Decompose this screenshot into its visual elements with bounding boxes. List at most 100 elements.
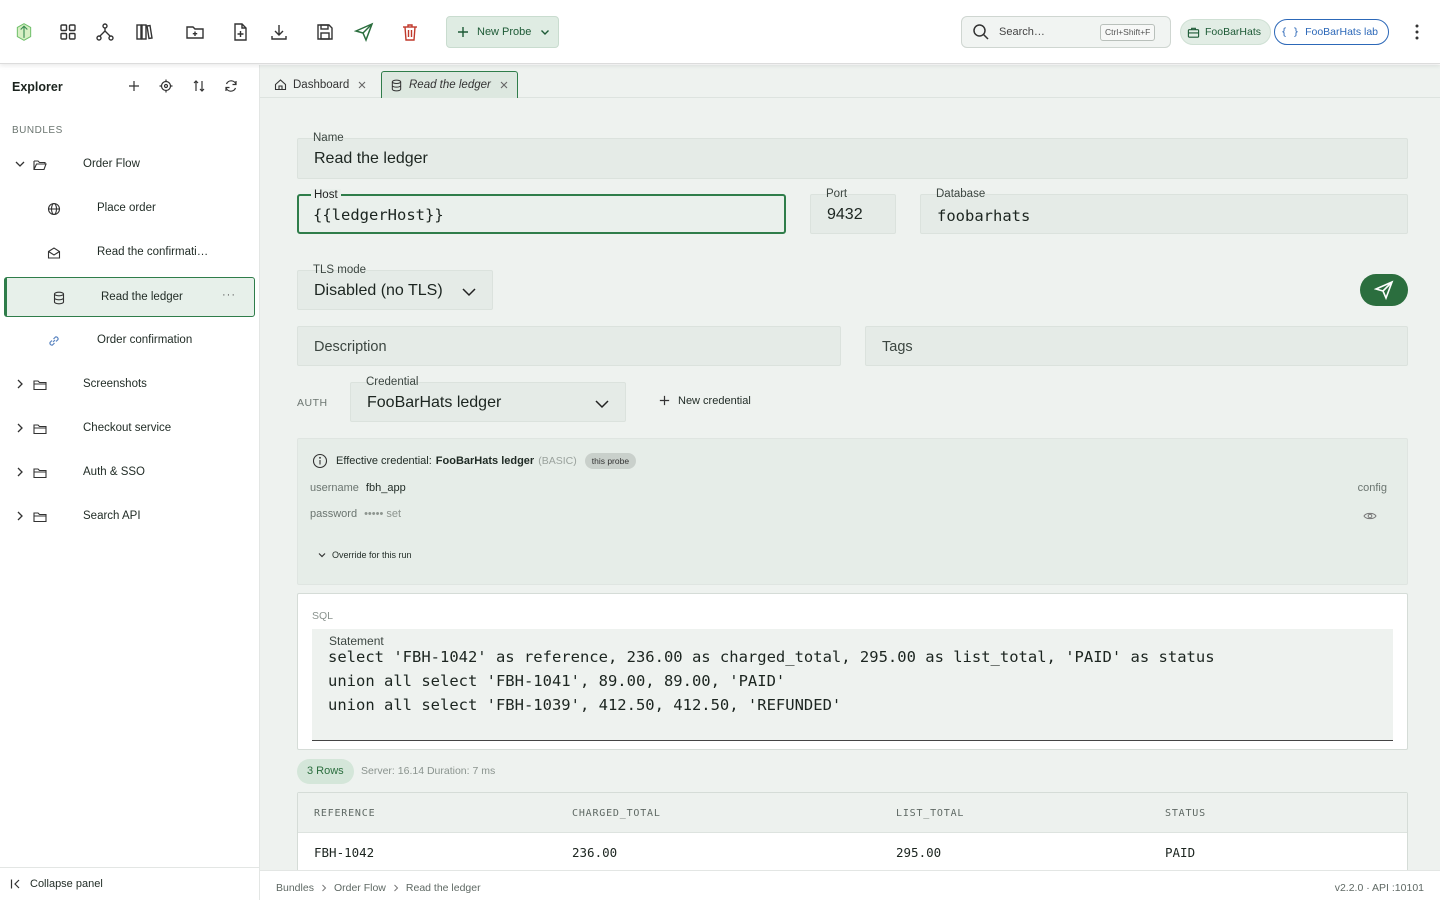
row-count-badge: 3 Rows <box>297 759 354 784</box>
tls-mode-select[interactable]: TLS mode Disabled (no TLS) <box>297 264 493 310</box>
environment-chip[interactable]: { } FooBarHats lab <box>1274 19 1390 45</box>
tree-item-read-ledger[interactable]: Read the ledger ··· <box>4 277 255 317</box>
chevron-right-icon <box>17 511 23 521</box>
item-more-icon[interactable]: ··· <box>222 289 236 301</box>
plus-icon <box>659 395 670 406</box>
sql-panel: SQL Statement select 'FBH-1042' as refer… <box>297 593 1408 750</box>
tree-folder-checkout-service[interactable]: Checkout service <box>4 409 255 449</box>
close-icon[interactable] <box>499 80 509 90</box>
host-label: Host <box>311 189 341 201</box>
search-box[interactable]: Ctrl+Shift+F <box>961 16 1171 48</box>
refresh-icon[interactable] <box>224 79 240 95</box>
save-icon[interactable] <box>313 20 337 44</box>
send-icon <box>1374 280 1394 300</box>
chevron-right-icon <box>394 884 399 892</box>
chevron-right-icon <box>322 884 327 892</box>
new-probe-button[interactable]: New Probe <box>446 16 559 48</box>
tree-label: Screenshots <box>83 378 147 390</box>
folder-icon <box>33 424 47 435</box>
tree-label: Place order <box>97 202 156 214</box>
locate-icon[interactable] <box>159 79 175 95</box>
folder-icon <box>33 512 47 523</box>
tree-folder-screenshots[interactable]: Screenshots <box>4 365 255 405</box>
override-toggle[interactable]: Override for this run <box>317 550 412 560</box>
new-credential-button[interactable]: New credential <box>658 394 751 407</box>
more-menu-icon[interactable] <box>1408 22 1426 42</box>
tree-item-order-confirmation[interactable]: Order confirmation <box>4 321 255 361</box>
effective-credential-type: (BASIC) <box>538 455 577 467</box>
username-value: fbh_app <box>365 482 406 494</box>
new-file-icon[interactable] <box>228 20 252 44</box>
workspace-name: FooBarHats <box>1205 26 1262 38</box>
folder-icon <box>33 380 47 391</box>
link-icon <box>49 336 59 346</box>
override-label: Override for this run <box>332 550 412 560</box>
app-logo-icon[interactable] <box>12 20 36 44</box>
sql-line: union all select 'FBH-1041', 89.00, 89.0… <box>328 672 786 690</box>
password-row: password ••••• set <box>310 508 401 520</box>
credential-value: FooBarHats ledger <box>367 394 502 411</box>
chevron-down-icon <box>15 161 25 167</box>
tree-label: Order confirmation <box>97 334 193 346</box>
tree-label: Auth & SSO <box>83 466 146 478</box>
tree-item-place-order[interactable]: Place order <box>4 189 255 229</box>
database-value: foobarhats <box>937 207 1031 225</box>
tree-label: Search API <box>83 510 141 522</box>
port-field[interactable]: Port 9432 <box>810 188 896 234</box>
breadcrumb-item[interactable]: Bundles <box>276 882 314 894</box>
search-input[interactable] <box>999 26 1094 38</box>
name-field[interactable]: Name Read the ledger <box>297 132 1408 179</box>
workspace-chip[interactable]: FooBarHats <box>1180 19 1272 45</box>
credential-select[interactable]: Credential FooBarHats ledger <box>350 376 626 422</box>
explorer-sidebar: Explorer BUNDLES Order Flow Place order … <box>0 65 260 900</box>
collapse-panel-button[interactable]: Collapse panel <box>0 867 260 900</box>
eye-icon[interactable] <box>1363 509 1377 523</box>
tab-label: Read the ledger <box>409 79 491 91</box>
tree-item-read-confirmation[interactable]: Read the confirmati… <box>4 233 255 273</box>
host-value: {{ledgerHost}} <box>313 206 444 224</box>
statement-label: Statement <box>329 634 384 648</box>
run-probe-button[interactable] <box>1360 274 1408 306</box>
results-table: REFERENCE CHARGED_TOTAL LIST_TOTAL STATU… <box>297 792 1408 870</box>
close-icon[interactable] <box>357 80 367 90</box>
library-icon[interactable] <box>132 20 156 44</box>
breadcrumb-item: Read the ledger <box>405 882 481 894</box>
query-meta: Server: 16.14 Duration: 7 ms <box>361 765 496 777</box>
username-row: username fbh_app <box>310 482 406 494</box>
branch-icon[interactable] <box>93 20 117 44</box>
sql-statement-editor[interactable]: Statement select 'FBH-1042' as reference… <box>312 629 1393 741</box>
status-bar: Bundles Order Flow Read the ledger v2.2.… <box>260 870 1440 900</box>
column-header[interactable]: STATUS <box>1165 808 1206 819</box>
new-folder-icon[interactable] <box>183 20 207 44</box>
description-field[interactable]: Description <box>297 326 841 366</box>
folder-open-icon <box>33 160 47 171</box>
database-icon <box>391 79 402 91</box>
breadcrumb-item[interactable]: Order Flow <box>334 882 386 894</box>
port-value: 9432 <box>827 206 863 223</box>
tags-field[interactable]: Tags <box>865 326 1408 366</box>
tree-folder-auth-sso[interactable]: Auth & SSO <box>4 453 255 493</box>
sql-tag: SQL <box>312 610 334 622</box>
database-field[interactable]: Database foobarhats <box>920 188 1408 234</box>
table-cell: PAID <box>1165 845 1196 860</box>
column-header[interactable]: CHARGED_TOTAL <box>572 808 661 819</box>
add-icon[interactable] <box>127 79 143 95</box>
collapse-panel-label: Collapse panel <box>30 878 103 890</box>
grid-icon[interactable] <box>56 20 80 44</box>
tls-mode-value: Disabled (no TLS) <box>314 282 443 299</box>
tab-dashboard[interactable]: Dashboard <box>266 71 375 98</box>
sort-icon[interactable] <box>192 79 208 95</box>
tab-read-the-ledger[interactable]: Read the ledger <box>381 71 518 98</box>
column-header[interactable]: LIST_TOTAL <box>896 808 964 819</box>
trash-icon[interactable] <box>398 20 422 44</box>
download-icon[interactable] <box>267 20 291 44</box>
tree-folder-search-api[interactable]: Search API <box>4 497 255 537</box>
globe-icon <box>47 202 61 216</box>
effective-credential-name: FooBarHats ledger <box>435 455 535 467</box>
envelope-icon <box>47 247 61 259</box>
tree-folder-order-flow[interactable]: Order Flow <box>4 145 255 185</box>
send-icon[interactable] <box>352 20 376 44</box>
column-header[interactable]: REFERENCE <box>314 808 375 819</box>
top-toolbar: New Probe Ctrl+Shift+F FooBarHats { } Fo… <box>0 0 1440 64</box>
host-field[interactable]: Host {{ledgerHost}} <box>297 189 786 234</box>
